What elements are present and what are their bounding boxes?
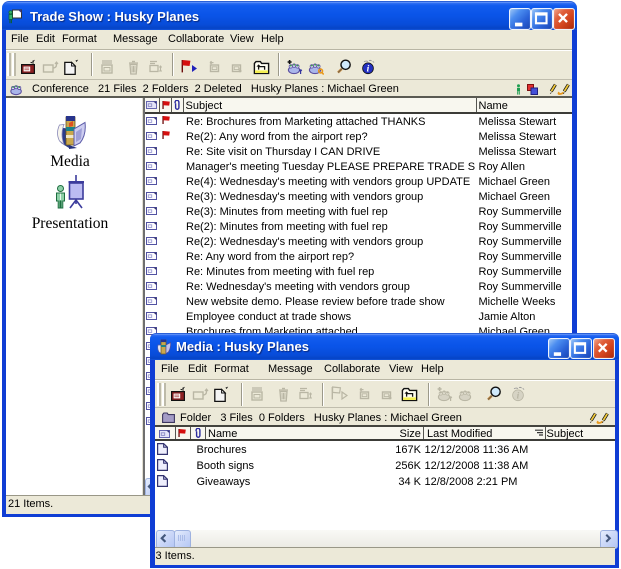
svg-text:i: i	[517, 392, 520, 402]
svg-text:i: i	[367, 65, 370, 75]
